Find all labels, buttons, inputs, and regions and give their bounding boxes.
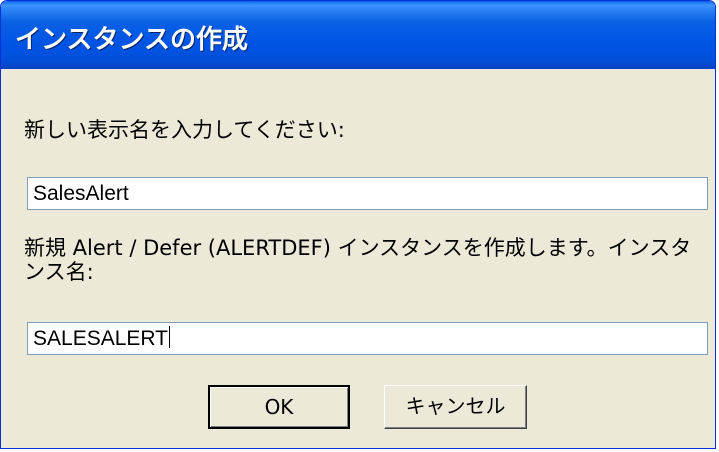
ok-button[interactable]: OK bbox=[208, 385, 350, 429]
title-bar[interactable]: インスタンスの作成 bbox=[1, 1, 715, 69]
display-name-value: SalesAlert bbox=[33, 182, 129, 205]
text-caret bbox=[169, 326, 171, 348]
instance-name-label: 新規 Alert / Defer (ALERTDEF) インスタンスを作成します… bbox=[24, 236, 692, 284]
display-name-input[interactable]: SalesAlert bbox=[27, 177, 708, 210]
instance-name-input[interactable]: SALESALERT bbox=[27, 322, 708, 355]
display-name-label: 新しい表示名を入力してください: bbox=[24, 118, 345, 142]
instance-name-value: SALESALERT bbox=[33, 327, 169, 350]
dialog-title: インスタンスの作成 bbox=[15, 25, 248, 55]
create-instance-dialog: インスタンスの作成 新しい表示名を入力してください: SalesAlert 新規… bbox=[0, 0, 716, 449]
dialog-body: 新しい表示名を入力してください: SalesAlert 新規 Alert / D… bbox=[4, 69, 712, 445]
cancel-button[interactable]: キャンセル bbox=[384, 385, 527, 429]
